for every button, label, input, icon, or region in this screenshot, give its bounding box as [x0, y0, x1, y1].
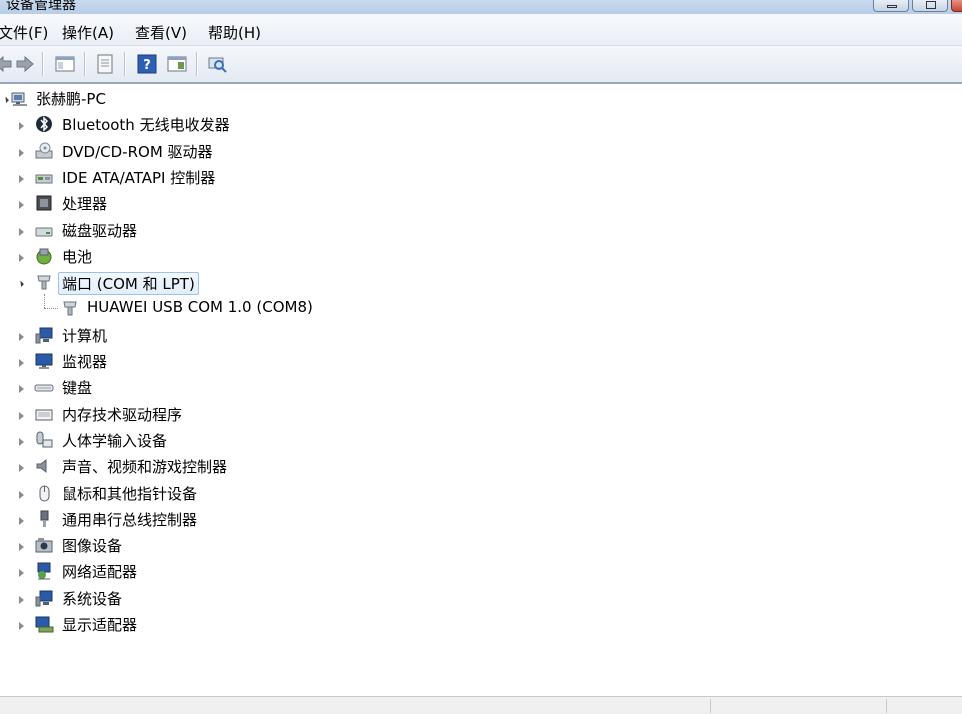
expand-toggle[interactable] — [19, 437, 24, 446]
expand-toggle[interactable] — [19, 122, 24, 131]
menu-view[interactable]: 查看(V) — [135, 22, 187, 43]
expand-toggle[interactable] — [19, 227, 24, 236]
scan-hardware-icon[interactable] — [206, 53, 228, 75]
imaging-icon — [35, 538, 53, 553]
tree-item-label[interactable]: 计算机 — [62, 325, 107, 346]
memory-icon — [35, 409, 53, 421]
properties-icon[interactable] — [94, 53, 116, 75]
close-button[interactable] — [951, 0, 962, 12]
show-hide-icon[interactable] — [166, 53, 188, 75]
expand-toggle[interactable] — [19, 490, 24, 499]
menu-action[interactable]: 操作(A) — [62, 22, 114, 43]
device-tree: 张赫鹏-PC Bluetooth 无线电收发器 DVD/CD-ROM 驱动器 IDE … — [0, 86, 962, 694]
tree-item-label[interactable]: 显示适配器 — [62, 614, 137, 635]
bluetooth-icon — [36, 116, 52, 133]
tree-item-label[interactable]: 鼠标和其他指针设备 — [62, 483, 197, 504]
disk-drive-icon — [35, 227, 53, 236]
battery-icon — [36, 248, 52, 265]
mouse-icon — [39, 485, 50, 501]
expand-toggle[interactable] — [19, 201, 24, 210]
expand-toggle[interactable] — [19, 622, 24, 630]
tree-item-label[interactable]: IDE ATA/ATAPI 控制器 — [62, 167, 215, 188]
keyboard-icon — [34, 384, 54, 392]
menu-file[interactable]: 文件(F) — [0, 22, 48, 43]
tree-item-label[interactable]: 监视器 — [62, 351, 107, 372]
tree-item-label[interactable]: 端口 (COM 和 LPT) — [58, 272, 199, 296]
expand-toggle[interactable] — [19, 464, 24, 473]
tree-item-label[interactable]: 磁盘驱动器 — [62, 220, 137, 241]
status-bar — [0, 696, 962, 714]
forward-icon[interactable] — [14, 53, 36, 75]
collapse-toggle[interactable] — [14, 277, 24, 288]
back-icon[interactable] — [0, 53, 14, 75]
computer-icon — [35, 327, 53, 344]
tree-item-label[interactable]: 处理器 — [62, 193, 107, 214]
system-icon — [35, 590, 53, 607]
menu-bar: 文件(F) 操作(A) 查看(V) 帮助(H) — [0, 14, 962, 46]
tree-item-label[interactable]: DVD/CD-ROM 驱动器 — [62, 141, 213, 162]
tree-item-label[interactable]: 电池 — [62, 246, 92, 267]
tree-item-label[interactable]: HUAWEI USB COM 1.0 (COM8) — [87, 298, 313, 316]
tree-item-label[interactable]: 网络适配器 — [62, 561, 137, 582]
tree-item-label[interactable]: 内存技术驱动程序 — [62, 404, 182, 425]
tree-connector — [44, 294, 45, 309]
port-icon — [63, 301, 77, 316]
expand-toggle[interactable] — [19, 359, 24, 367]
hid-icon — [36, 431, 53, 448]
expand-toggle[interactable] — [19, 543, 24, 552]
sound-icon — [36, 459, 47, 474]
minimize-button[interactable] — [873, 0, 909, 12]
collapse-toggle[interactable] — [0, 93, 9, 103]
window-title: 设备管理器 — [6, 0, 76, 13]
tree-item-label[interactable]: 张赫鹏-PC — [36, 88, 106, 109]
tree-item-label[interactable]: 通用串行总线控制器 — [62, 509, 197, 530]
tree-item-label[interactable]: Bluetooth 无线电收发器 — [62, 114, 230, 135]
dvd-drive-icon — [35, 142, 53, 159]
menu-help[interactable]: 帮助(H) — [208, 22, 261, 43]
svg-text:?: ? — [143, 58, 151, 73]
expand-toggle[interactable] — [19, 411, 24, 420]
console-tree-icon[interactable] — [54, 53, 76, 75]
expand-toggle[interactable] — [19, 148, 24, 157]
title-bar: 设备管理器 — [0, 0, 962, 14]
expand-toggle[interactable] — [19, 332, 24, 341]
port-icon — [37, 275, 51, 290]
usb-icon — [40, 510, 49, 527]
tree-item-label[interactable]: 图像设备 — [62, 535, 122, 556]
toolbar: ? — [0, 46, 962, 84]
expand-toggle[interactable] — [19, 174, 24, 183]
tree-item-label[interactable]: 键盘 — [62, 377, 92, 398]
processor-icon — [36, 195, 52, 211]
ide-controller-icon — [35, 174, 53, 184]
expand-toggle[interactable] — [19, 569, 24, 578]
expand-toggle[interactable] — [19, 385, 24, 394]
monitor-icon — [35, 353, 53, 369]
tree-item-label[interactable]: 系统设备 — [62, 588, 122, 609]
network-icon — [37, 562, 51, 580]
tree-item-label[interactable]: 人体学输入设备 — [62, 430, 167, 451]
expand-toggle[interactable] — [19, 253, 24, 262]
display-adapter-icon — [35, 616, 54, 633]
expand-toggle[interactable] — [19, 595, 24, 604]
tree-connector — [44, 308, 58, 310]
tree-item-label[interactable]: 声音、视频和游戏控制器 — [62, 456, 227, 477]
computer-root — [11, 92, 27, 106]
expand-toggle[interactable] — [19, 516, 24, 525]
maximize-button[interactable] — [912, 0, 948, 12]
help-icon[interactable]: ? — [136, 53, 158, 75]
